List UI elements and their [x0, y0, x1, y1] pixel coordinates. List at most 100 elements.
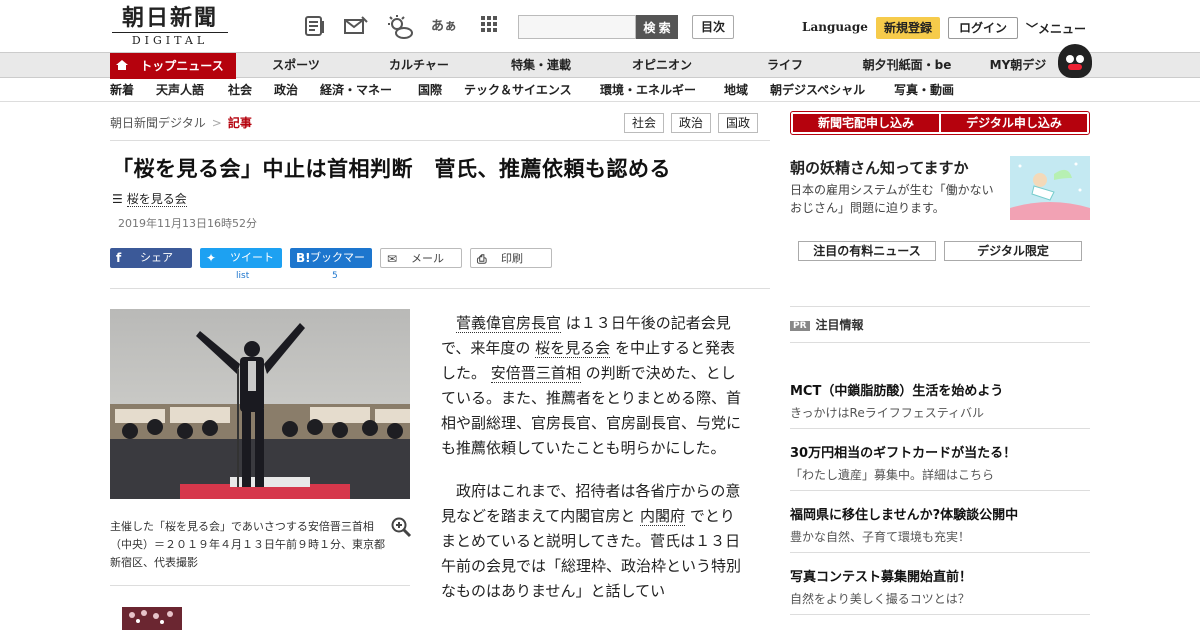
divider [110, 140, 770, 141]
twitter-icon: ✦ [206, 251, 217, 265]
pr-item-desc: 豊かな自然、子育て環境も充実！ [790, 530, 971, 544]
related-thumbnail[interactable] [122, 607, 182, 630]
subnav-tensei[interactable]: 天声人語 [156, 79, 204, 101]
subnav-special[interactable]: 朝デジスペシャル [770, 79, 865, 101]
hatena-count[interactable]: 5 [332, 271, 338, 281]
breadcrumb: 朝日新聞デジタル > 記事 [110, 114, 252, 131]
newspaper-icon[interactable] [302, 14, 328, 40]
menu-button[interactable]: ﹀メニュー [1026, 20, 1086, 37]
subscribe-paper-button[interactable]: 新聞宅配申し込み [793, 114, 939, 132]
pr-item[interactable]: 写真コンテスト募集開始直前！ 自然をより美しく撮るコツとは？ [790, 566, 1090, 607]
subnav-environment[interactable]: 環境・エネルギー [600, 79, 696, 101]
nav-paper[interactable]: 朝夕刊紙面・be [854, 53, 960, 77]
divider [110, 585, 410, 586]
pr-item[interactable]: MCT（中鎖脂肪酸）生活を始めよう きっかけはReライフフェスティバル [790, 380, 1090, 421]
article-date: 2019年11月13日16時52分 [118, 217, 257, 230]
nav-sports[interactable]: スポーツ [256, 53, 336, 77]
top-bar: 朝日新聞 DIGITAL あぁ 検 索 目次 Language 新規登録 ログイ… [0, 0, 1200, 52]
category-tags: 社会 政治 国政 [624, 113, 759, 133]
nav-opinion[interactable]: オピニオン [616, 53, 708, 77]
twitter-share-label: ツイート [230, 251, 274, 264]
tag-society[interactable]: 社会 [624, 113, 665, 133]
subscribe-digital-button[interactable]: デジタル申し込み [941, 114, 1087, 132]
mail-magazine-icon[interactable] [342, 14, 368, 40]
divider [790, 306, 1090, 307]
print-button[interactable]: ⎙ 印刷 [470, 248, 552, 268]
twitter-share-button[interactable]: ✦ ツイート [200, 248, 282, 268]
mascot-icon[interactable] [1058, 44, 1092, 78]
register-button[interactable]: 新規登録 [876, 17, 940, 39]
subscribe-box: 新聞宅配申し込み デジタル申し込み [790, 111, 1090, 135]
subnav-society[interactable]: 社会 [228, 79, 252, 101]
index-button[interactable]: 目次 [692, 15, 734, 39]
nav-life[interactable]: ライフ [748, 53, 822, 77]
paid-news-button[interactable]: 注目の有料ニュース [798, 241, 936, 261]
article-paragraph: 政府はこれまで、招待者は各省庁からの意見などを踏まえて内閣官房と 内閣府 でとり… [441, 479, 745, 604]
nav-culture[interactable]: カルチャー [372, 53, 466, 77]
topic-link[interactable]: ☰ 桜を見る会 [112, 190, 187, 207]
subnav-tech[interactable]: テック＆サイエンス [464, 79, 572, 101]
subnav-economy[interactable]: 経済・マネー [320, 79, 392, 101]
pr-heading: PR 注目情報 [790, 316, 864, 333]
breadcrumb-home[interactable]: 朝日新聞デジタル [110, 116, 206, 130]
weather-icon[interactable] [386, 14, 413, 40]
nav-my-asadigi[interactable]: MY朝デジ [982, 53, 1054, 77]
hatena-bookmark-button[interactable]: B! ブックマーク [290, 248, 372, 284]
logo-sub: DIGITAL [112, 32, 228, 47]
logo-main: 朝日新聞 [121, 5, 218, 31]
divider [790, 490, 1090, 491]
article-photo[interactable] [110, 309, 410, 499]
twitter-count[interactable]: list [236, 271, 249, 281]
facebook-share-label: シェア [140, 251, 173, 264]
pr-item[interactable]: 30万円相当のギフトカードが当たる！ 「わたし遺産」募集中。詳細はこちら [790, 442, 1090, 483]
article-body: 菅義偉官房長官 は１３日午後の記者会見で、来年度の 桜を見る会 を中止すると発表… [441, 311, 745, 622]
article-headline: 「桜を見る会」中止は首相判断 菅氏、推薦依頼も認める [112, 157, 671, 181]
search-box: 検 索 [518, 15, 678, 39]
link-cabinet-office[interactable]: 内閣府 [640, 507, 686, 526]
topic-label: 桜を見る会 [126, 192, 187, 207]
nav-features[interactable]: 特集・連載 [496, 53, 586, 77]
divider [790, 614, 1090, 615]
link-abe[interactable]: 安倍晋三首相 [490, 364, 581, 383]
divider [790, 428, 1090, 429]
breadcrumb-current: 記事 [227, 116, 252, 130]
pr-heading-label: 注目情報 [815, 318, 864, 332]
subnav-photo[interactable]: 写真・動画 [894, 79, 954, 101]
search-button[interactable]: 検 索 [636, 15, 678, 39]
login-button[interactable]: ログイン [948, 17, 1018, 39]
subnav-local[interactable]: 地域 [724, 79, 748, 101]
mascot-beak [1068, 64, 1082, 70]
subnav-latest[interactable]: 新着 [110, 79, 134, 101]
site-logo[interactable]: 朝日新聞 DIGITAL [112, 6, 228, 48]
link-suga[interactable]: 菅義偉官房長官 [456, 314, 562, 333]
subnav-international[interactable]: 国際 [418, 79, 442, 101]
mail-icon: ✉ [387, 252, 398, 266]
link-sakura[interactable]: 桜を見る会 [535, 339, 611, 358]
tag-politics[interactable]: 政治 [671, 113, 712, 133]
font-size-icon[interactable]: あぁ [431, 14, 457, 40]
pr-item-title: MCT（中鎖脂肪酸）生活を始めよう [790, 384, 1004, 399]
pr-item-title: 福岡県に移住しませんか?体験談公開中 [790, 508, 1019, 523]
pr-item-title: 写真コンテスト募集開始直前！ [790, 570, 973, 585]
facebook-share-button[interactable]: f シェア [110, 248, 192, 268]
mail-share-button[interactable]: ✉ メール [380, 248, 462, 268]
promo-image[interactable] [1010, 156, 1090, 220]
divider [110, 288, 770, 289]
tag-national[interactable]: 国政 [718, 113, 759, 133]
grid-menu-icon[interactable] [476, 14, 502, 40]
zoom-icon[interactable] [390, 516, 412, 538]
digital-only-button[interactable]: デジタル限定 [944, 241, 1082, 261]
chevron-down-icon: ﹀ [1026, 22, 1039, 36]
promo-description[interactable]: 日本の雇用システムが生む「働かないおじさん」問題に迫ります。 [790, 181, 1005, 217]
nav-top-news[interactable]: トップニュース [110, 53, 236, 79]
printer-icon: ⎙ [477, 252, 487, 266]
promo-title[interactable]: 朝の妖精さん知ってますか [790, 157, 969, 178]
subnav-politics[interactable]: 政治 [274, 79, 298, 101]
facebook-icon: f [116, 251, 122, 265]
search-input[interactable] [518, 15, 636, 39]
language-link[interactable]: Language [802, 20, 868, 34]
pr-item[interactable]: 福岡県に移住しませんか?体験談公開中 豊かな自然、子育て環境も充実！ [790, 504, 1090, 545]
photo-caption: 主催した「桜を見る会」であいさつする安倍晋三首相（中央）＝２０１９年４月１３日午… [110, 520, 385, 569]
mascot-eye [1066, 55, 1074, 63]
article-paragraph: 菅義偉官房長官 は１３日午後の記者会見で、来年度の 桜を見る会 を中止すると発表… [441, 311, 745, 461]
